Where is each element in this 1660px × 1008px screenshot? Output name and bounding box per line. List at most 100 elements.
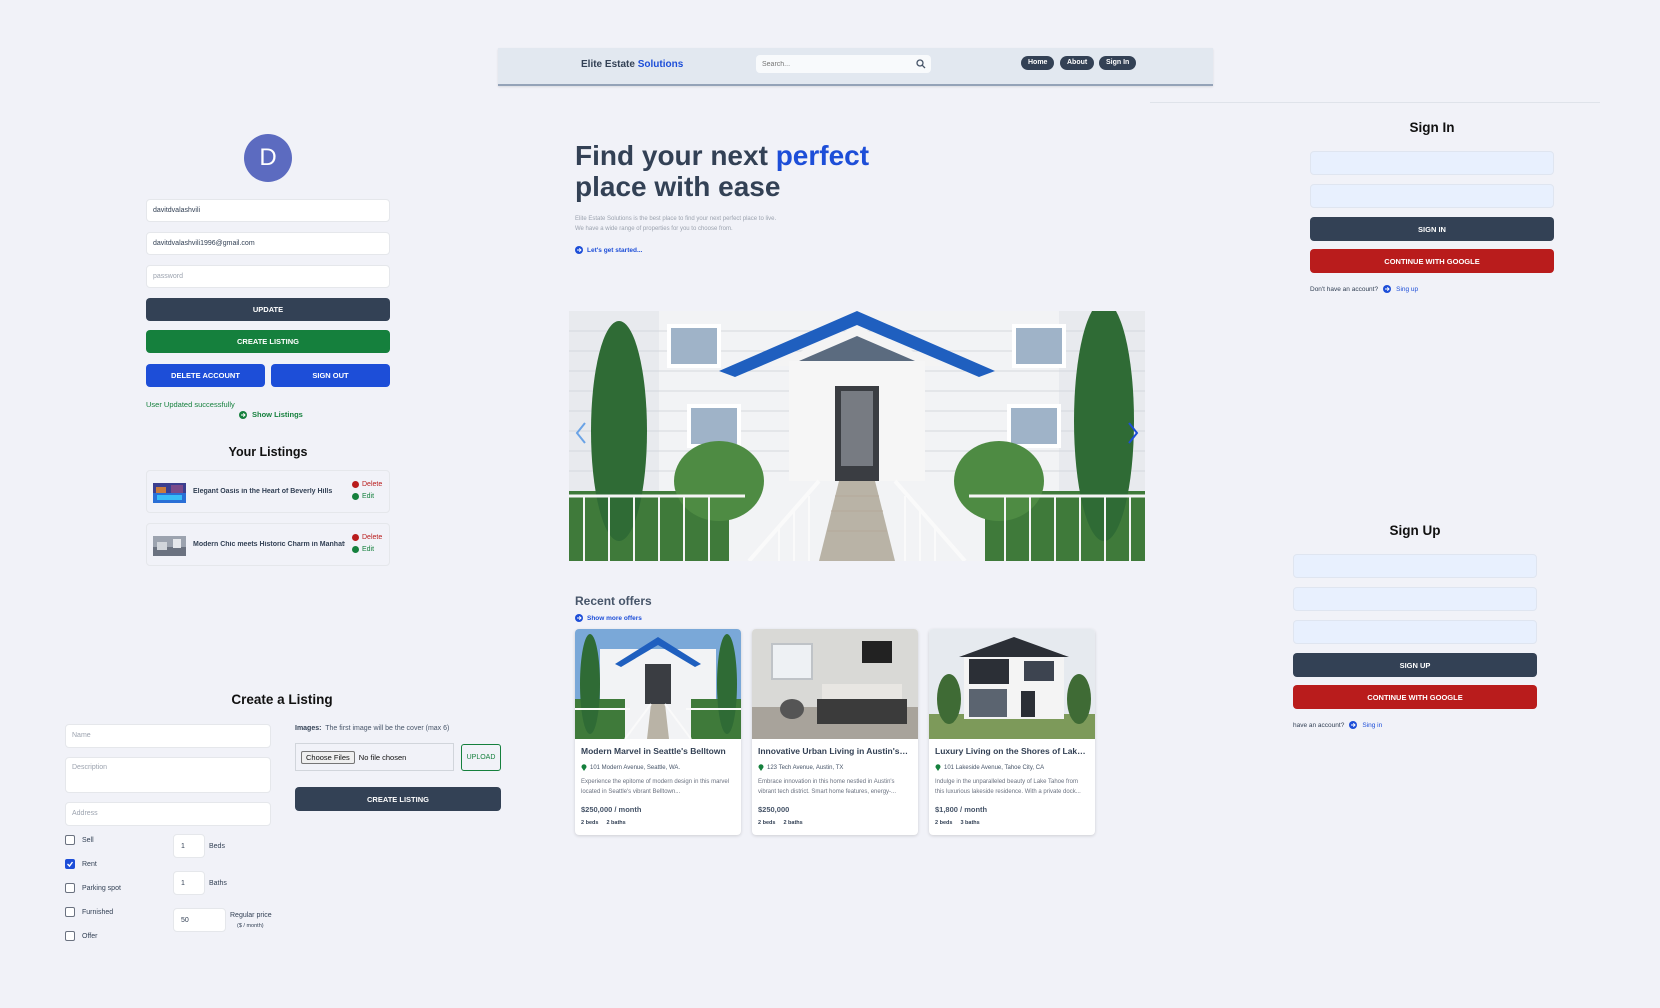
edit-icon <box>352 493 359 500</box>
name-input[interactable]: Name <box>65 724 271 748</box>
show-listings-link[interactable]: Show Listings <box>239 410 303 419</box>
sign-up-email-input[interactable] <box>1293 587 1537 611</box>
location-pin-icon <box>935 764 941 771</box>
create-listing-title: Create a Listing <box>231 692 333 707</box>
images-label: Images: The first image will be the cove… <box>295 725 450 732</box>
description-textarea[interactable]: Description <box>65 757 271 793</box>
offer-card[interactable]: Modern Marvel in Seattle's Belltown 101 … <box>575 629 741 835</box>
email-field[interactable]: davitdvalashvili1996@gmail.com <box>146 232 390 255</box>
show-more-offers-link[interactable]: Show more offers <box>575 614 642 622</box>
hero-slider <box>569 311 1145 561</box>
sign-out-button[interactable]: SIGN OUT <box>271 364 390 387</box>
sign-up-password-input[interactable] <box>1293 620 1537 644</box>
checkbox-box[interactable] <box>65 883 75 893</box>
sign-in-password-input[interactable] <box>1310 184 1554 208</box>
slider-prev-icon[interactable] <box>575 421 587 445</box>
sign-in-email-input[interactable] <box>1310 151 1554 175</box>
listing-item: Modern Chic meets Historic Charm in Manh… <box>146 523 390 566</box>
arrow-circle-icon <box>575 614 583 622</box>
offer-features: 2 beds 2 baths <box>758 820 803 826</box>
beds-label: Beds <box>209 843 225 850</box>
avatar[interactable]: D <box>244 134 292 182</box>
delete-icon <box>352 534 359 541</box>
listing-thumbnail[interactable] <box>153 536 186 556</box>
file-input[interactable]: Choose Files No file chosen <box>295 743 454 771</box>
delete-account-button[interactable]: DELETE ACCOUNT <box>146 364 265 387</box>
offer-price: $250,000 / month <box>581 805 642 814</box>
listing-item: Elegant Oasis in the Heart of Beverly Hi… <box>146 470 390 513</box>
nav-home[interactable]: Home <box>1021 56 1055 70</box>
site-header: Elite Estate Solutions Home About Sign I… <box>498 48 1213 86</box>
edit-icon <box>352 546 359 553</box>
offer-address: 101 Modern Avenue, Seattle, WA. <box>581 764 680 771</box>
address-input[interactable]: Address <box>65 802 271 826</box>
arrow-circle-icon <box>239 410 247 419</box>
update-button[interactable]: UPDATE <box>146 298 390 321</box>
hero-subtitle: Elite Estate Solutions is the best place… <box>575 216 777 232</box>
furnished-checkbox[interactable]: Furnished <box>65 907 113 917</box>
listing-title[interactable]: Modern Chic meets Historic Charm in Manh… <box>193 541 345 548</box>
baths-label: Baths <box>209 880 227 887</box>
create-listing-button[interactable]: CREATE LISTING <box>146 330 390 353</box>
brand-logo[interactable]: Elite Estate Solutions <box>581 59 683 70</box>
sign-up-username-input[interactable] <box>1293 554 1537 578</box>
choose-files-button[interactable]: Choose Files <box>301 750 355 764</box>
regular-price-input[interactable]: 50 <box>173 908 226 932</box>
parking-spot-checkbox[interactable]: Parking spot <box>65 883 121 893</box>
sign-up-prompt: Don't have an account? Sing up <box>1310 285 1419 293</box>
beds-input[interactable]: 1 <box>173 834 205 858</box>
sell-checkbox[interactable]: Sell <box>65 835 94 845</box>
sign-up-button[interactable]: SIGN UP <box>1293 653 1537 677</box>
slider-next-icon[interactable] <box>1127 421 1139 445</box>
offer-card[interactable]: Innovative Urban Living in Austin's Tech… <box>752 629 918 835</box>
get-started-link[interactable]: Let's get started... <box>575 246 642 254</box>
arrow-circle-icon <box>1349 721 1358 729</box>
sign-in-link[interactable]: Sing in <box>1362 722 1382 729</box>
nav-sign-in[interactable]: Sign In <box>1099 56 1137 70</box>
offer-image <box>929 629 1095 739</box>
regular-price-label: Regular price <box>230 912 272 919</box>
nav-about[interactable]: About <box>1060 56 1095 70</box>
slider-image <box>569 311 1145 561</box>
search-input[interactable] <box>756 55 906 73</box>
upload-button[interactable]: UPLOAD <box>461 744 501 771</box>
offer-description: Indulge in the unparalleled beauty of La… <box>935 779 1081 795</box>
recent-offers-title: Recent offers <box>575 594 652 608</box>
sign-up-link[interactable]: Sing up <box>1396 286 1418 293</box>
delete-listing-button[interactable]: Delete <box>352 481 382 488</box>
price-unit-label: ($ / month) <box>237 923 264 929</box>
baths-input[interactable]: 1 <box>173 871 205 895</box>
listing-title[interactable]: Elegant Oasis in the Heart of Beverly Hi… <box>193 488 345 495</box>
offer-features: 2 beds 2 baths <box>581 820 626 826</box>
edit-listing-button[interactable]: Edit <box>352 546 374 553</box>
sign-up-title: Sign Up <box>1389 523 1441 538</box>
listing-thumbnail[interactable] <box>153 483 186 503</box>
offer-card[interactable]: Luxury Living on the Shores of Lake Taho… <box>929 629 1095 835</box>
offer-image <box>752 629 918 739</box>
your-listings-title: Your Listings <box>228 445 308 459</box>
offer-description: Experience the epitome of modern design … <box>581 779 730 795</box>
location-pin-icon <box>758 764 764 771</box>
offer-price: $1,800 / month <box>935 805 988 814</box>
google-sign-up-button[interactable]: CONTINUE WITH GOOGLE <box>1293 685 1537 709</box>
checkbox-box[interactable] <box>65 907 75 917</box>
password-field[interactable]: password <box>146 265 390 288</box>
arrow-circle-icon <box>575 246 583 254</box>
checkbox-box[interactable] <box>65 931 75 941</box>
username-field[interactable]: davitdvalashvili <box>146 199 390 222</box>
offer-title: Innovative Urban Living in Austin's Tech… <box>758 746 910 756</box>
delete-listing-button[interactable]: Delete <box>352 534 382 541</box>
offer-title: Luxury Living on the Shores of Lake Taho… <box>935 746 1087 756</box>
divider <box>1150 102 1600 103</box>
arrow-circle-icon <box>1383 285 1392 293</box>
sign-in-button[interactable]: SIGN IN <box>1310 217 1554 241</box>
google-sign-in-button[interactable]: CONTINUE WITH GOOGLE <box>1310 249 1554 273</box>
rent-checkbox[interactable]: Rent <box>65 859 97 869</box>
search-icon[interactable] <box>916 59 926 69</box>
submit-listing-button[interactable]: CREATE LISTING <box>295 787 501 811</box>
edit-listing-button[interactable]: Edit <box>352 493 374 500</box>
checkbox-box[interactable] <box>65 835 75 845</box>
sign-in-prompt: have an account? Sing in <box>1293 721 1383 729</box>
checkbox-checked-icon[interactable] <box>65 859 75 869</box>
offer-checkbox[interactable]: Offer <box>65 931 97 941</box>
